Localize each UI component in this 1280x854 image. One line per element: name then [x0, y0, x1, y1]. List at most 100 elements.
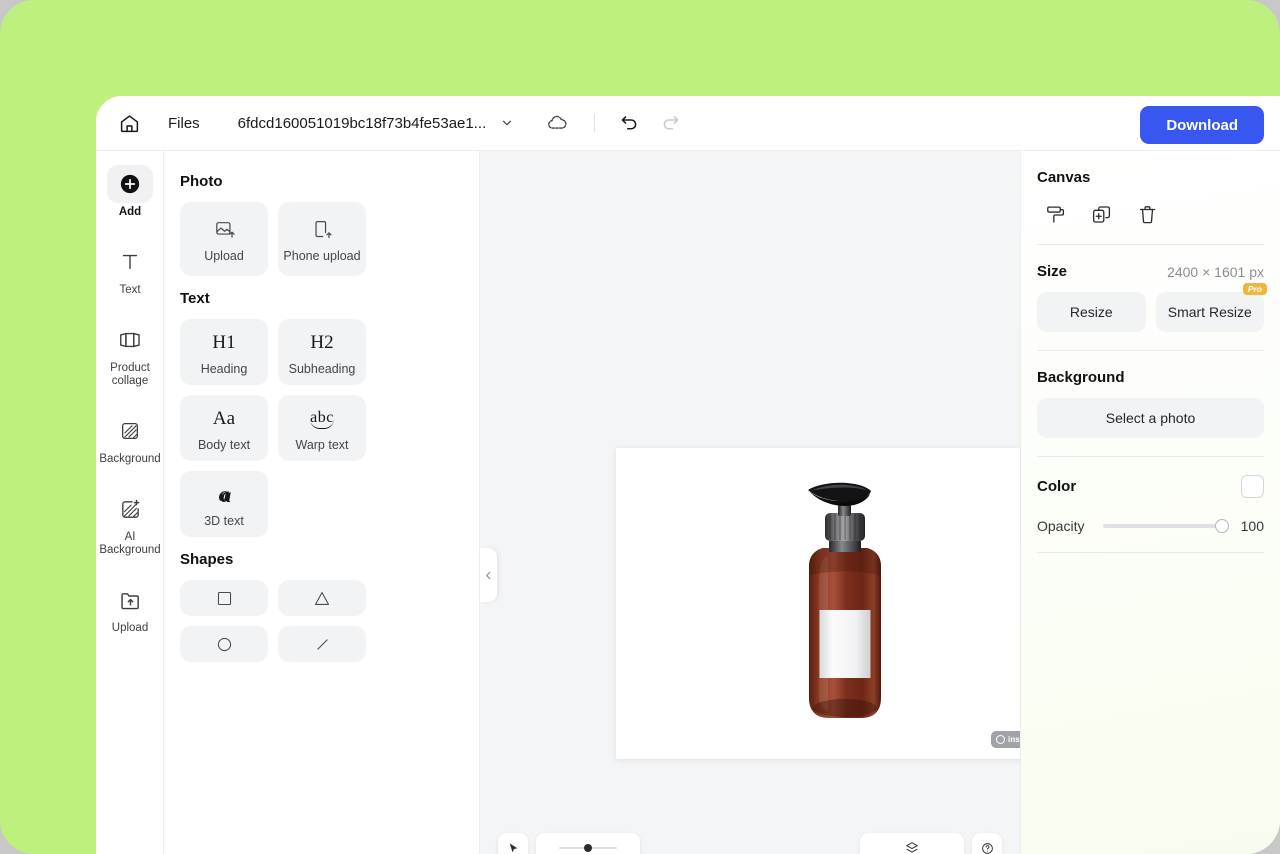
- tile-subheading[interactable]: H2 Subheading: [278, 319, 366, 385]
- tile-shape-circle[interactable]: [180, 626, 268, 662]
- paint-roller-icon: [1046, 205, 1064, 223]
- cloud-save-button[interactable]: [546, 112, 568, 134]
- rail-label: Add: [118, 206, 142, 218]
- rail-label: Text: [119, 284, 141, 296]
- tile-label: 3D text: [204, 513, 244, 528]
- folder-upload-icon: [120, 592, 139, 609]
- tile-shape-line[interactable]: [278, 626, 366, 662]
- top-toolbar: Files 6fdcd160051019bc18f73b4fe53ae1...: [96, 96, 1280, 151]
- rail-label: Upload: [111, 622, 149, 634]
- heading-icon: H1: [212, 331, 236, 353]
- opacity-label: Opacity: [1037, 518, 1085, 534]
- color-swatch[interactable]: [1241, 475, 1264, 498]
- hatch-icon: [122, 423, 138, 439]
- smart-resize-button[interactable]: Smart Resize Pro: [1155, 283, 1267, 332]
- cloud-icon: [548, 115, 567, 129]
- opacity-value: 100: [1240, 518, 1264, 534]
- tile-body-text[interactable]: Aa Body text: [180, 395, 268, 461]
- photo-tile-row: Upload Phone upload: [180, 202, 463, 276]
- tile-heading[interactable]: H1 Heading: [180, 319, 268, 385]
- document-name[interactable]: 6fdcd160051019bc18f73b4fe53ae1...: [238, 115, 487, 132]
- opacity-slider[interactable]: [1103, 519, 1229, 533]
- bottom-tool-cursor[interactable]: [498, 833, 528, 854]
- phone-upload-icon: [314, 221, 332, 239]
- undo-button[interactable]: [619, 113, 640, 134]
- delete-button[interactable]: [1135, 202, 1159, 226]
- tile-shape-triangle[interactable]: [278, 580, 366, 616]
- tile-label: Phone upload: [283, 248, 361, 263]
- bottom-toolbar: [480, 828, 1020, 854]
- triangle-icon: [314, 591, 330, 605]
- rail-label: Background: [99, 453, 161, 465]
- square-icon: [217, 591, 231, 605]
- collapse-panel-button[interactable]: [480, 548, 497, 602]
- rail-item-background[interactable]: Background: [96, 406, 164, 474]
- chevron-left-icon: [486, 571, 491, 579]
- select-photo-button[interactable]: Select a photo: [1037, 398, 1264, 438]
- rail-item-product-collage[interactable]: Product collage: [96, 315, 164, 396]
- rail-icon-box: [107, 165, 153, 203]
- paint-roller-button[interactable]: [1043, 202, 1067, 226]
- canvas-tools-row: [1037, 202, 1264, 226]
- canvas-section-title: Canvas: [1037, 169, 1091, 186]
- text-t-icon: [122, 254, 138, 270]
- work-area[interactable]: insMind.com: [480, 151, 1075, 854]
- photo-section-title: Photo: [180, 173, 223, 190]
- left-rail: Add Text Product collage Background AI B…: [96, 151, 164, 854]
- subheading-icon: H2: [310, 331, 334, 353]
- bottom-tool-help[interactable]: [972, 833, 1002, 854]
- bottom-zoom-slider[interactable]: [536, 833, 640, 854]
- rail-icon-box: [107, 581, 153, 619]
- document-menu-button[interactable]: [500, 116, 514, 130]
- canvas-artwork-bottle[interactable]: [795, 480, 895, 724]
- divider: [1037, 350, 1264, 351]
- divider: [1037, 244, 1264, 245]
- opacity-slider-knob[interactable]: [1215, 519, 1229, 533]
- tile-warp-text[interactable]: abc Warp text: [278, 395, 366, 461]
- undo-icon: [621, 115, 637, 130]
- tile-3d-text[interactable]: a 3D text: [180, 471, 268, 537]
- rail-icon-box: [107, 412, 153, 450]
- circle-icon: [217, 637, 231, 651]
- help-icon: [981, 842, 993, 854]
- tile-shape-square[interactable]: [180, 580, 268, 616]
- trash-icon: [1139, 205, 1155, 223]
- chevron-down-icon: [503, 120, 512, 126]
- rail-item-add[interactable]: Add: [96, 159, 164, 227]
- rail-icon-box: [107, 321, 153, 359]
- collage-icon: [120, 332, 140, 348]
- text-tile-row: H1 Heading H2 Subheading Aa Body text ab…: [180, 319, 463, 537]
- rail-item-ai-background[interactable]: AI Background: [96, 484, 164, 565]
- toolbar-divider: [594, 114, 596, 132]
- rail-item-text[interactable]: Text: [96, 237, 164, 305]
- tile-label: Warp text: [295, 437, 349, 452]
- files-link[interactable]: Files: [168, 115, 200, 132]
- tile-icon: [214, 216, 235, 244]
- home-button[interactable]: [112, 106, 146, 140]
- hatch-sparkle-icon: [121, 499, 139, 518]
- rail-label: AI Background: [99, 531, 161, 556]
- tile-icon: abc: [310, 405, 334, 433]
- download-button[interactable]: Download: [1140, 106, 1264, 144]
- opacity-row: Opacity 100: [1037, 518, 1264, 534]
- tile-upload[interactable]: Upload: [180, 202, 268, 276]
- opacity-slider-fill: [1103, 524, 1222, 528]
- bottom-tool-layers[interactable]: [860, 833, 964, 854]
- resize-button[interactable]: Resize: [1037, 292, 1146, 332]
- divider: [1037, 456, 1264, 457]
- device-frame: Files 6fdcd160051019bc18f73b4fe53ae1...: [0, 0, 1280, 854]
- tile-phone-upload[interactable]: Phone upload: [278, 202, 366, 276]
- duplicate-button[interactable]: [1089, 202, 1113, 226]
- resize-button-row: Resize Smart Resize Pro: [1037, 283, 1267, 332]
- rail-icon-box: [107, 243, 153, 281]
- shapes-section-title: Shapes: [180, 551, 234, 568]
- rail-item-upload[interactable]: Upload: [96, 575, 164, 643]
- cursor-icon: [509, 842, 517, 852]
- image-upload-icon: [215, 222, 235, 238]
- redo-button[interactable]: [660, 113, 681, 134]
- color-row: Color: [1037, 475, 1264, 498]
- tile-label: Heading: [200, 361, 248, 376]
- line-icon: [316, 638, 328, 650]
- canvas-sheet[interactable]: insMind.com: [616, 448, 1075, 759]
- assets-panel: Photo Upload Phone upload Text H1 Headin…: [164, 151, 480, 854]
